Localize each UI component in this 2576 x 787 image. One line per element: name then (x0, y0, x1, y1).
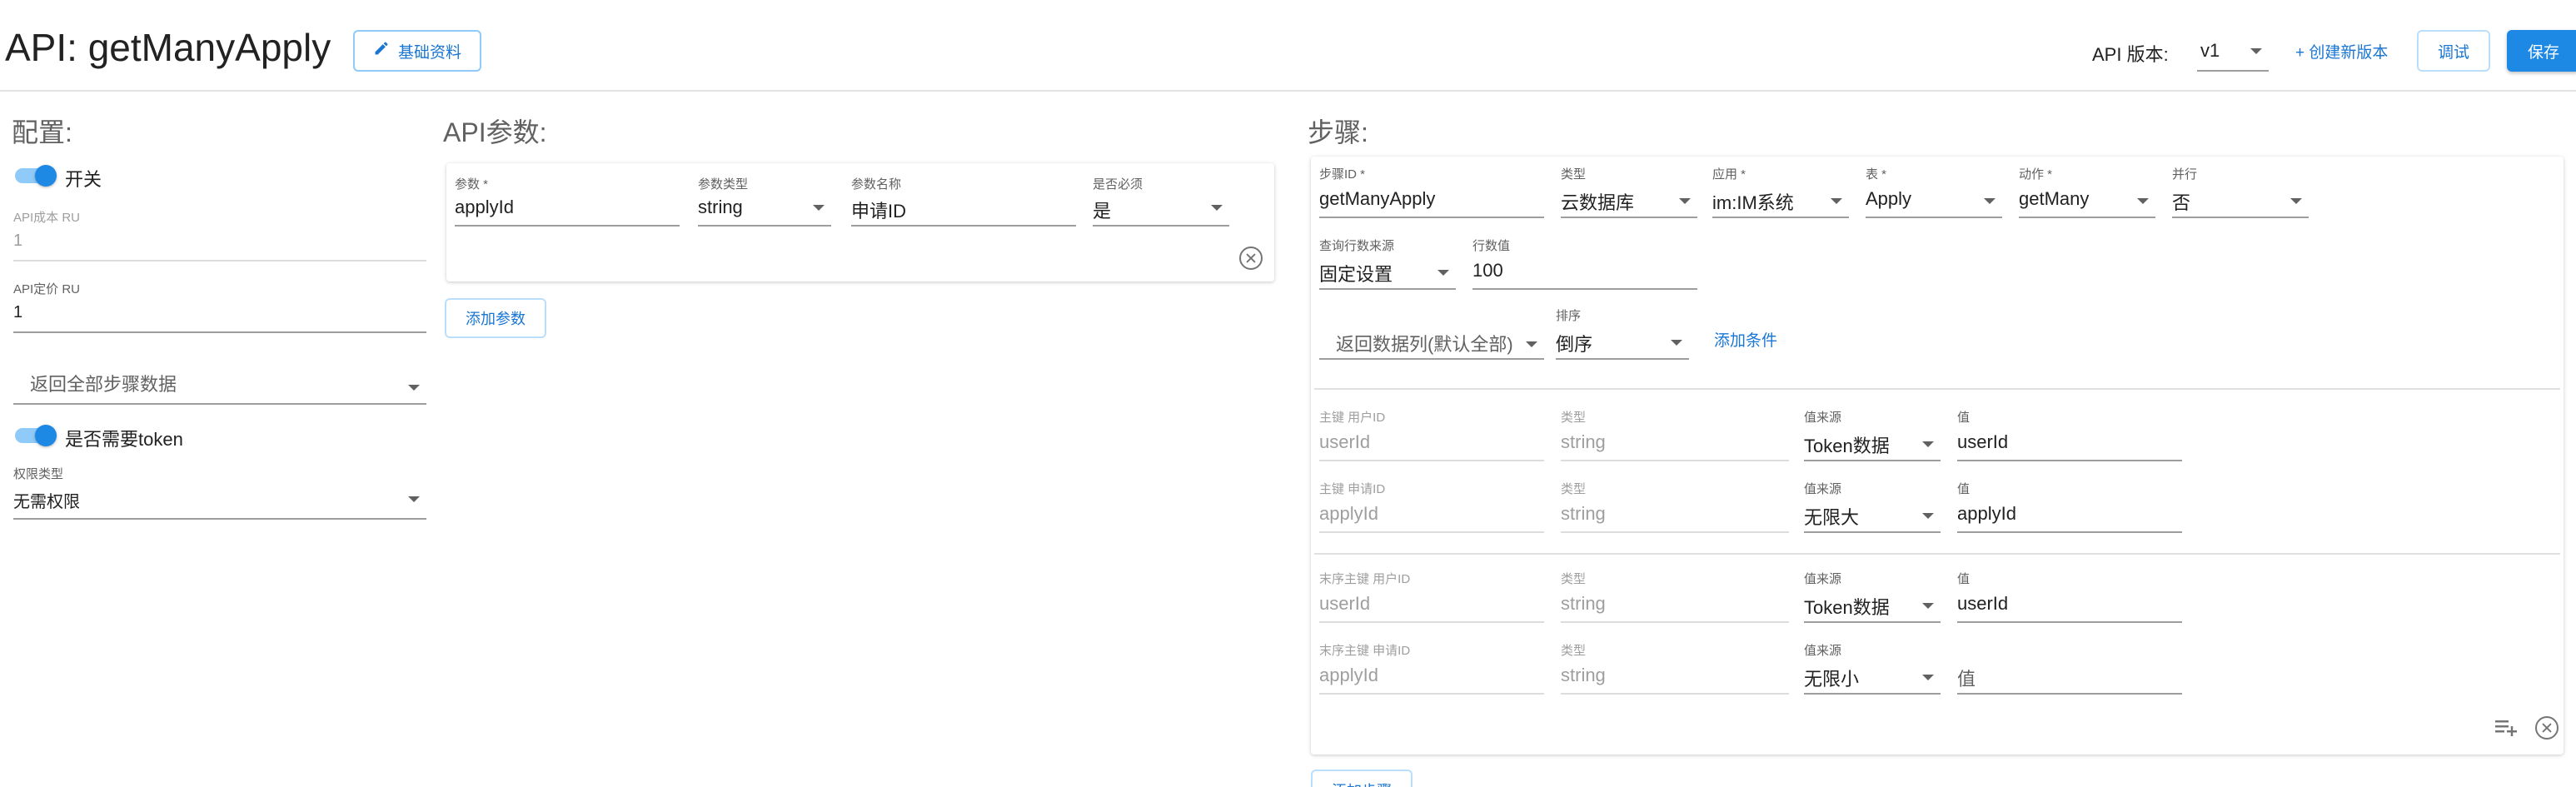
chevron-down-icon (1679, 198, 1691, 204)
debug-button[interactable]: 调试 (2417, 30, 2490, 72)
api-cost-field: API成本 RU 1 (13, 208, 426, 262)
value-field[interactable]: 值 applyId (1957, 480, 2182, 533)
add-param-button[interactable]: 添加参数 (445, 298, 546, 338)
chevron-down-icon (1526, 341, 1537, 347)
switch-label: 开关 (65, 169, 102, 190)
api-price-field[interactable]: API定价 RU 1 (13, 280, 426, 333)
step-action-select[interactable]: 动作 * getMany (2019, 165, 2155, 218)
chevron-down-icon (1922, 513, 1934, 519)
chevron-down-icon (408, 385, 420, 391)
chevron-down-icon (1211, 205, 1223, 211)
value-source-select[interactable]: 值来源 无限小 (1804, 641, 1941, 695)
value-field[interactable]: 值 (1957, 641, 2182, 695)
permission-type-label: 权限类型 (13, 467, 64, 481)
key-type-field: 类型 string (1561, 480, 1789, 533)
chevron-down-icon (2290, 198, 2302, 204)
api-cost-value: 1 (13, 232, 23, 250)
step-table-select[interactable]: 表 * Apply (1866, 165, 2002, 218)
step-id-field[interactable]: 步骤ID * getManyApply (1319, 165, 1544, 218)
return-columns-select[interactable]: 返回数据列(默认全部) (1319, 305, 1544, 360)
key-row: 主键 申请ID applyId 类型 string 值来源 无限大 值 appl… (1319, 480, 2185, 533)
param-name-field[interactable]: 参数 * applyId (455, 175, 680, 227)
key-type-field: 类型 string (1561, 641, 1789, 695)
value-source-select[interactable]: 值来源 Token数据 (1804, 408, 1941, 461)
param-card: 参数 * applyId 参数类型 string 参数名称 申请ID 是否必须 … (446, 163, 1274, 281)
key-row: 末序主键 申请ID applyId 类型 string 值来源 无限小 值 (1319, 641, 2185, 695)
step-card: 步骤ID * getManyApply 类型 云数据库 应用 * im:IM系统… (1311, 157, 2564, 755)
steps-title: 步骤: (1308, 117, 1368, 147)
save-button[interactable]: 保存 (2507, 30, 2576, 72)
key-group-divider (1314, 553, 2560, 555)
chevron-down-icon (1984, 198, 1996, 204)
remove-step-icon[interactable] (2535, 716, 2559, 740)
param-type-select[interactable]: 参数类型 string (698, 175, 831, 227)
add-step-button[interactable]: 添加步骤 (1311, 770, 1413, 787)
create-version-link[interactable]: + 创建新版本 (2295, 40, 2388, 62)
return-data-placeholder: 返回全部步骤数据 (30, 374, 177, 395)
api-cost-label: API成本 RU (13, 211, 81, 225)
key-field: 末序主键 申请ID applyId (1319, 641, 1544, 695)
page-title: API: getManyApply (5, 26, 331, 69)
api-price-label: API定价 RU (13, 282, 81, 296)
version-value: v1 (2200, 40, 2220, 61)
step-parallel-select[interactable]: 并行 否 (2172, 165, 2309, 218)
step-app-select[interactable]: 应用 * im:IM系统 (1712, 165, 1849, 218)
chevron-down-icon (1671, 340, 1682, 346)
param-title-field[interactable]: 参数名称 申请ID (851, 175, 1076, 227)
value-field[interactable]: 值 userId (1957, 570, 2182, 623)
permission-type-select[interactable]: 权限类型 无需权限 (13, 465, 426, 520)
token-toggle[interactable] (13, 425, 57, 446)
chevron-down-icon (1922, 441, 1934, 447)
params-title: API参数: (443, 117, 547, 147)
chevron-down-icon (2137, 198, 2149, 204)
key-row: 末序主键 用户ID userId 类型 string 值来源 Token数据 值… (1319, 570, 2185, 623)
api-price-value: 1 (13, 303, 23, 321)
chevron-down-icon (1922, 675, 1934, 680)
token-label: 是否需要token (65, 429, 183, 450)
sort-select[interactable]: 排序 倒序 (1556, 306, 1689, 360)
key-field: 主键 申请ID applyId (1319, 480, 1544, 533)
step-type-select[interactable]: 类型 云数据库 (1561, 165, 1697, 218)
key-row: 主键 用户ID userId 类型 string 值来源 Token数据 值 u… (1319, 408, 2185, 461)
chevron-down-icon (1437, 270, 1449, 276)
chevron-down-icon (408, 496, 420, 502)
value-source-select[interactable]: 值来源 Token数据 (1804, 570, 1941, 623)
key-field: 主键 用户ID userId (1319, 408, 1544, 461)
value-field[interactable]: 值 userId (1957, 408, 2182, 461)
row-source-select[interactable]: 查询行数来源 固定设置 (1319, 237, 1456, 290)
key-type-field: 类型 string (1561, 408, 1789, 461)
basic-info-button[interactable]: 基础资料 (353, 30, 481, 72)
playlist-add-icon[interactable] (2494, 716, 2520, 740)
version-label: API 版本: (2092, 44, 2169, 65)
add-condition-link[interactable]: 添加条件 (1714, 328, 1777, 351)
remove-param-icon[interactable] (1239, 247, 1263, 270)
chevron-down-icon (1831, 198, 1842, 204)
value-source-select[interactable]: 值来源 无限大 (1804, 480, 1941, 533)
permission-type-value: 无需权限 (13, 493, 80, 511)
switch-toggle[interactable] (13, 165, 57, 187)
config-title: 配置: (12, 117, 72, 147)
step-divider (1314, 388, 2560, 390)
header-divider (0, 90, 2576, 92)
param-required-select[interactable]: 是否必须 是 (1093, 175, 1229, 227)
chevron-down-icon (813, 205, 825, 211)
chevron-down-icon (1922, 603, 1934, 609)
version-select[interactable]: v1 (2197, 32, 2269, 72)
row-count-field[interactable]: 行数值 100 (1472, 237, 1697, 290)
return-data-select[interactable]: 返回全部步骤数据 (13, 355, 426, 405)
chevron-down-icon (2250, 48, 2262, 54)
basic-info-label: 基础资料 (397, 43, 461, 62)
key-type-field: 类型 string (1561, 570, 1789, 623)
key-field: 末序主键 用户ID userId (1319, 570, 1544, 623)
pencil-icon (373, 40, 390, 62)
